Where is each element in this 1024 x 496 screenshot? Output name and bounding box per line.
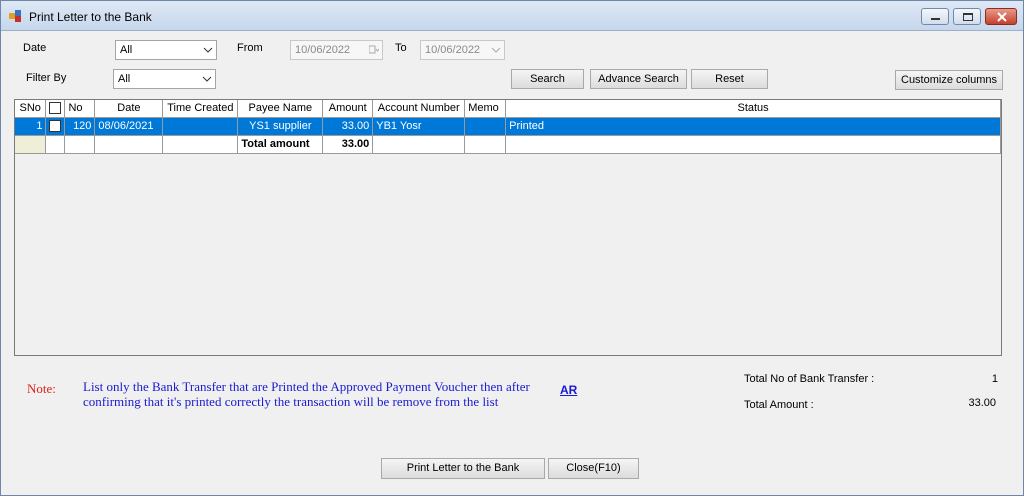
cell-payee-name: YS1 supplier: [237, 117, 324, 136]
total-cell-empty: [94, 135, 164, 154]
cell-time-created: [162, 117, 239, 136]
total-amount-value-summary: 33.00: [968, 397, 996, 409]
col-header-date[interactable]: Date: [94, 100, 164, 118]
cell-amount: 33.00: [322, 117, 374, 136]
note-label: Note:: [27, 381, 56, 396]
close-icon: [997, 12, 1007, 22]
cell-account-number: YB1 Yosr: [372, 117, 466, 136]
total-cell-empty: [162, 135, 239, 154]
from-date-picker[interactable]: 10/06/2022: [290, 40, 383, 60]
chevron-down-icon: [203, 47, 213, 53]
title-bar: Print Letter to the Bank: [1, 1, 1023, 31]
total-amount-label: Total amount: [237, 135, 324, 154]
col-header-amount[interactable]: Amount: [322, 100, 374, 118]
app-icon: [9, 10, 21, 22]
filter-by-value: All: [118, 73, 131, 85]
total-cell-empty: [372, 135, 466, 154]
col-header-payee-name[interactable]: Payee Name: [237, 100, 324, 118]
cell-no: 120: [64, 117, 96, 136]
date-label: Date: [23, 42, 47, 54]
total-cell-empty: [15, 135, 47, 154]
grid-header-row: SNo No Date Time Created Payee Name Amou…: [15, 100, 1001, 118]
total-cell-empty: [64, 135, 96, 154]
maximize-button[interactable]: [953, 8, 981, 25]
customize-columns-button[interactable]: Customize columns: [895, 70, 1003, 90]
total-amount-value: 33.00: [322, 135, 374, 154]
col-header-memo[interactable]: Memo: [464, 100, 507, 118]
cell-date: 08/06/2021: [94, 117, 164, 136]
search-button[interactable]: Search: [511, 69, 584, 89]
chevron-down-icon: [202, 76, 212, 82]
advance-search-button[interactable]: Advance Search: [590, 69, 687, 89]
from-label: From: [237, 42, 263, 54]
close-window-button[interactable]: [985, 8, 1017, 25]
total-cell-empty: [464, 135, 507, 154]
minimize-icon: [931, 18, 940, 20]
note-text: List only the Bank Transfer that are Pri…: [83, 379, 530, 409]
close-button[interactable]: Close(F10): [548, 458, 639, 479]
total-bank-transfer-value: 1: [991, 373, 998, 385]
col-header-select-all[interactable]: [45, 100, 66, 118]
col-header-time-created[interactable]: Time Created: [162, 100, 239, 118]
col-header-sno[interactable]: SNo: [15, 100, 47, 118]
reset-button[interactable]: Reset: [691, 69, 768, 89]
print-letter-window: Print Letter to the Bank Date All From 1…: [0, 0, 1024, 496]
date-select[interactable]: All: [115, 40, 217, 60]
bank-transfer-grid[interactable]: SNo No Date Time Created Payee Name Amou…: [14, 99, 1002, 356]
print-letter-button[interactable]: Print Letter to the Bank: [381, 458, 545, 479]
to-label: To: [395, 42, 407, 54]
total-cell-empty: [45, 135, 66, 154]
ar-link[interactable]: AR: [560, 383, 577, 397]
from-date-value: 10/06/2022: [295, 44, 351, 56]
filter-by-select[interactable]: All: [113, 69, 216, 89]
col-header-account-number[interactable]: Account Number: [372, 100, 466, 118]
cell-memo: [464, 117, 507, 136]
date-select-value: All: [120, 44, 133, 56]
cell-select[interactable]: [45, 117, 66, 136]
calendar-dropdown-icon: [369, 45, 379, 54]
chevron-down-icon: [491, 47, 501, 53]
window-title: Print Letter to the Bank: [29, 10, 152, 24]
minimize-button[interactable]: [921, 8, 949, 25]
maximize-icon: [963, 13, 973, 21]
filter-by-label: Filter By: [26, 72, 67, 84]
cell-status: Printed: [505, 117, 1001, 136]
total-row: Total amount 33.00: [15, 135, 1001, 154]
select-all-checkbox[interactable]: [49, 102, 62, 115]
row-checkbox[interactable]: [49, 120, 62, 133]
total-amount-label-summary: Total Amount :: [744, 399, 814, 411]
total-cell-empty: [505, 135, 1001, 154]
cell-sno: 1: [15, 117, 47, 136]
transfer-table: SNo No Date Time Created Payee Name Amou…: [15, 100, 1001, 154]
col-header-no[interactable]: No: [64, 100, 96, 118]
to-date-picker[interactable]: 10/06/2022: [420, 40, 505, 60]
to-date-value: 10/06/2022: [425, 44, 481, 56]
table-row[interactable]: 1 120 08/06/2021 YS1 supplier 33.00 YB1 …: [15, 117, 1001, 136]
total-bank-transfer-label: Total No of Bank Transfer :: [744, 373, 875, 385]
col-header-status[interactable]: Status: [505, 100, 1001, 118]
